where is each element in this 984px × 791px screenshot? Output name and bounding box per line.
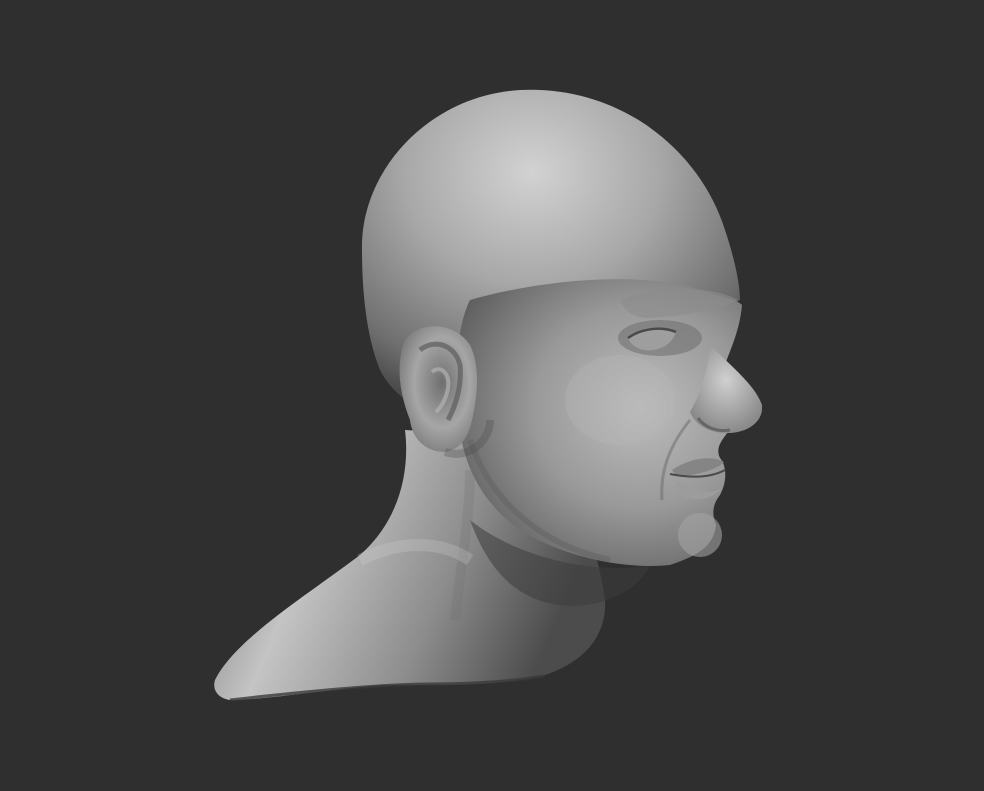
head-sculpt-render [214,89,763,702]
render-viewport[interactable] [0,0,984,791]
